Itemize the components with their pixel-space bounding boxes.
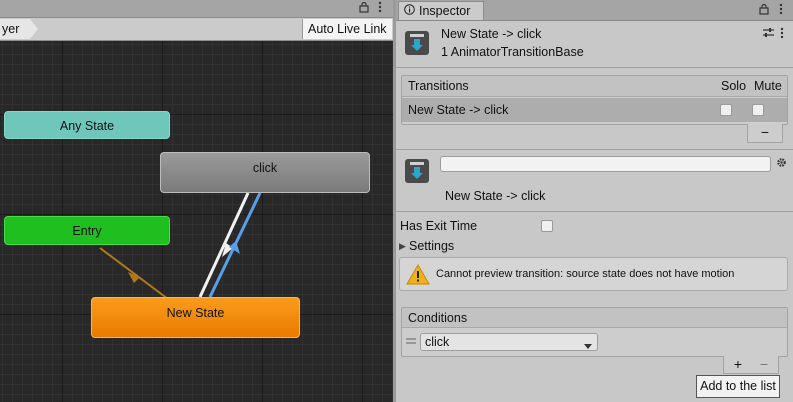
transition-name-field[interactable] <box>440 156 771 172</box>
more-options-icon[interactable] <box>779 27 785 42</box>
layer-breadcrumb[interactable]: yer <box>0 19 38 39</box>
tab-inspector-label: Inspector <box>419 4 471 18</box>
inspector-tab-strip: Inspector <box>396 0 793 21</box>
remove-transition-button[interactable]: − <box>748 125 782 140</box>
animator-toolbar: yer Auto Live Link <box>0 18 393 41</box>
warning-helpbox: Cannot preview transition: source state … <box>399 257 788 291</box>
more-options-icon[interactable] <box>778 3 784 18</box>
mute-header-label: Mute <box>754 79 782 93</box>
mute-checkbox[interactable] <box>752 104 764 116</box>
transitions-header-label: Transitions <box>408 79 469 93</box>
animator-window: yer Auto Live Link Any State Entry click… <box>0 0 393 402</box>
tooltip: Add to the list <box>696 375 780 398</box>
new-state-node[interactable]: New State <box>91 297 300 338</box>
auto-live-link-button[interactable]: Auto Live Link <box>302 19 392 39</box>
entry-node[interactable]: Entry <box>4 216 170 245</box>
entry-transition-line[interactable] <box>99 247 169 300</box>
more-options-icon[interactable] <box>377 1 383 16</box>
inspector-subtitle: 1 AnimatorTransitionBase <box>441 45 584 59</box>
conditions-header-label: Conditions <box>408 311 468 325</box>
transition-editor-title: New State -> click <box>445 189 546 203</box>
transitions-footer: − <box>747 124 783 143</box>
conditions-header: Conditions <box>402 308 787 328</box>
info-icon <box>404 3 415 22</box>
transitions-header: Transitions Solo Mute <box>402 76 787 97</box>
header-divider <box>396 67 793 68</box>
condition-parameter-value: click <box>425 335 450 349</box>
remove-condition-button[interactable]: − <box>752 357 776 372</box>
inspector-title: New State -> click <box>441 27 542 41</box>
foldout-arrow-icon: ▶ <box>399 241 406 251</box>
solo-header-label: Solo <box>721 79 747 93</box>
transition-icon <box>405 31 429 55</box>
chevron-down-icon <box>584 339 592 353</box>
warning-text: Cannot preview transition: source state … <box>436 268 735 280</box>
state-machine-graph[interactable]: Any State Entry click New State <box>0 41 393 402</box>
transition-row-label: New State -> click <box>408 103 509 117</box>
warning-icon <box>406 264 430 285</box>
click-state-node[interactable]: click <box>160 152 370 193</box>
transition-row[interactable]: New State -> click <box>402 98 787 122</box>
section-divider <box>396 149 793 150</box>
settings-label: Settings <box>409 239 455 253</box>
click-to-new-state-line[interactable] <box>198 192 250 298</box>
drag-handle-icon[interactable] <box>406 334 416 348</box>
conditions-footer: + − <box>723 356 779 374</box>
inspector-window: Inspector New State -> click 1 AnimatorT… <box>396 0 793 402</box>
tab-inspector[interactable]: Inspector <box>398 1 484 20</box>
add-condition-button[interactable]: + <box>726 357 750 372</box>
section-divider <box>396 211 793 212</box>
preset-settings-icon[interactable] <box>762 27 775 41</box>
transition-icon <box>405 159 429 183</box>
lock-icon[interactable] <box>358 1 370 16</box>
has-exit-time-checkbox[interactable] <box>541 220 553 232</box>
any-state-node[interactable]: Any State <box>4 111 170 139</box>
solo-checkbox[interactable] <box>720 104 732 116</box>
has-exit-time-label: Has Exit Time <box>400 219 478 233</box>
gear-icon[interactable] <box>776 157 787 171</box>
condition-parameter-dropdown[interactable]: click <box>420 333 598 351</box>
transitions-list: Transitions Solo Mute New State -> click <box>401 75 788 125</box>
lock-icon[interactable] <box>758 3 770 18</box>
animator-tab-strip <box>0 0 393 18</box>
